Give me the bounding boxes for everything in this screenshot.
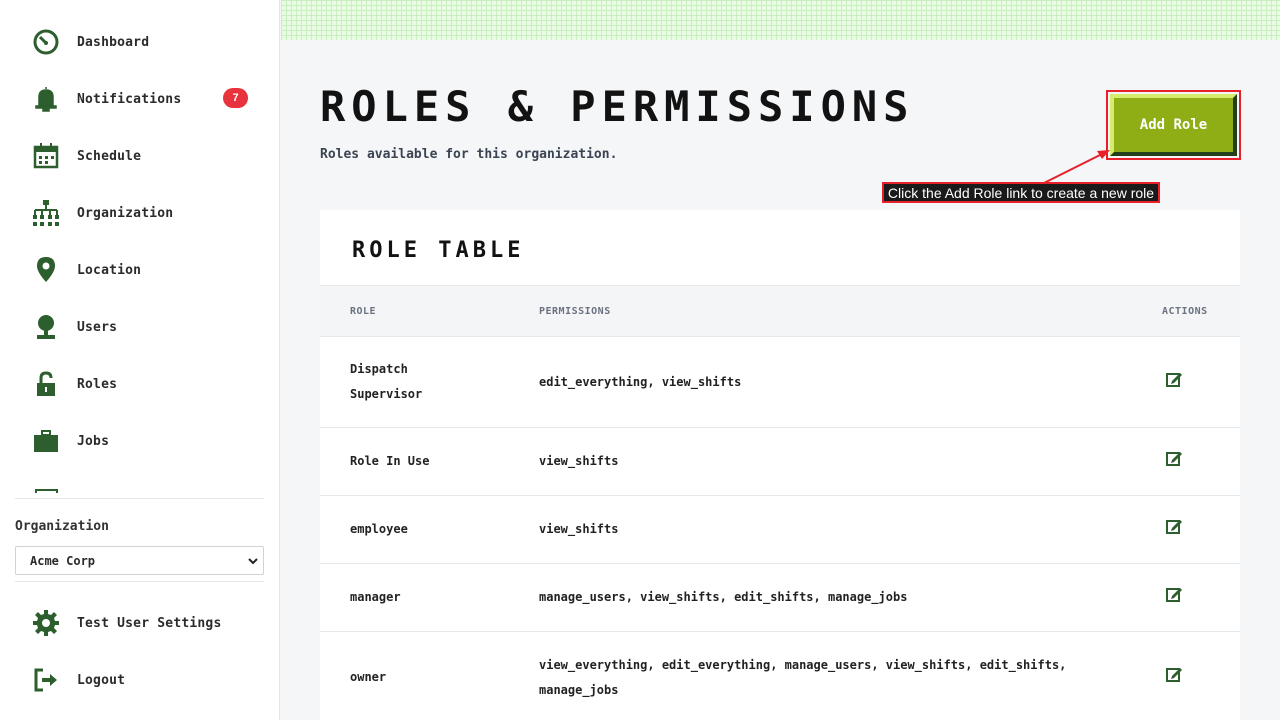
chevron-down-icon bbox=[248, 558, 258, 565]
column-header-role: ROLE bbox=[350, 306, 377, 317]
role-permissions: edit_everything, view_shifts bbox=[539, 375, 742, 389]
calendar-icon bbox=[30, 140, 62, 172]
table-row: owner view_everything, edit_everything, … bbox=[320, 632, 1240, 720]
bell-icon bbox=[30, 83, 62, 115]
sidebar-item-label: Logout bbox=[77, 672, 126, 688]
tutorial-callout: Click the Add Role link to create a new … bbox=[882, 182, 1160, 203]
sidebar-item-label: Test User Settings bbox=[77, 615, 222, 631]
logout-icon bbox=[30, 664, 62, 696]
gear-icon bbox=[30, 607, 62, 639]
role-permissions: view_everything, edit_everything, manage… bbox=[539, 658, 1067, 697]
sidebar-item-label: Dashboard bbox=[77, 34, 150, 50]
sidebar-item-logout[interactable]: Logout bbox=[30, 660, 265, 700]
organization-select[interactable]: Acme Corp bbox=[15, 546, 264, 575]
unlock-icon bbox=[30, 368, 62, 400]
edit-icon[interactable] bbox=[1165, 665, 1183, 683]
page-title: Roles & Permissions bbox=[320, 82, 915, 131]
decorative-grid-banner bbox=[281, 0, 1280, 40]
column-header-permissions: PERMISSIONS bbox=[539, 306, 611, 317]
dashboard-icon bbox=[30, 26, 62, 58]
sidebar-item-settings[interactable]: Test User Settings bbox=[30, 603, 265, 643]
role-permissions: view_shifts bbox=[539, 454, 619, 468]
add-role-button[interactable]: Add Role bbox=[1110, 94, 1237, 156]
map-pin-icon bbox=[30, 254, 62, 286]
sidebar-item-label: Jobs bbox=[77, 433, 110, 449]
edit-icon[interactable] bbox=[1165, 585, 1183, 603]
sidebar-item-users[interactable]: Users bbox=[30, 307, 265, 347]
sidebar-item-label: Location bbox=[77, 262, 142, 278]
edit-icon[interactable] bbox=[1165, 370, 1183, 388]
table-title: Role Table bbox=[352, 238, 525, 263]
sidebar-item-schedule[interactable]: Schedule bbox=[30, 136, 265, 176]
role-name: Dispatch Supervisor bbox=[350, 362, 423, 401]
sidebar-item-label: Notifications bbox=[77, 91, 182, 107]
organization-select-value: Acme Corp bbox=[30, 553, 96, 568]
callout-arrow-icon bbox=[1041, 150, 1110, 185]
role-permissions: manage_users, view_shifts, edit_shifts, … bbox=[539, 590, 908, 604]
role-permissions: view_shifts bbox=[539, 522, 619, 536]
sidebar-divider bbox=[15, 498, 264, 499]
sidebar-item-roles[interactable]: Roles bbox=[30, 364, 265, 404]
user-icon bbox=[30, 311, 62, 343]
table-header: ROLE PERMISSIONS ACTIONS bbox=[320, 285, 1240, 337]
organization-label: Organization bbox=[15, 519, 109, 534]
edit-icon[interactable] bbox=[1165, 517, 1183, 535]
org-chart-icon bbox=[30, 197, 62, 229]
table-row: employee view_shifts bbox=[320, 496, 1240, 564]
edit-icon[interactable] bbox=[1165, 449, 1183, 467]
briefcase-icon bbox=[30, 425, 62, 457]
sidebar-item-label: Schedule bbox=[77, 148, 142, 164]
sidebar-item-label: Roles bbox=[77, 376, 118, 392]
table-row: Role In Use view_shifts bbox=[320, 428, 1240, 496]
sidebar-nav: Dashboard Notifications 7 Schedule Organ… bbox=[0, 0, 280, 493]
sidebar: Dashboard Notifications 7 Schedule Organ… bbox=[0, 0, 280, 720]
table-row: manager manage_users, view_shifts, edit_… bbox=[320, 564, 1240, 632]
sidebar-item-organization[interactable]: Organization bbox=[30, 193, 265, 233]
role-name: manager bbox=[350, 590, 401, 604]
sidebar-item-label: Organization bbox=[77, 205, 174, 221]
sidebar-divider bbox=[15, 581, 264, 582]
role-name: employee bbox=[350, 522, 408, 536]
sidebar-item-notifications[interactable]: Notifications 7 bbox=[30, 79, 265, 119]
sidebar-item-dashboard[interactable]: Dashboard bbox=[30, 22, 265, 62]
column-header-actions: ACTIONS bbox=[1162, 306, 1208, 317]
role-table-card: Role Table ROLE PERMISSIONS ACTIONS Disp… bbox=[320, 210, 1240, 720]
sidebar-item-label: Users bbox=[77, 319, 118, 335]
notification-count-badge: 7 bbox=[223, 88, 248, 108]
sidebar-item-location[interactable]: Location bbox=[30, 250, 265, 290]
partially-hidden-nav-icon bbox=[35, 489, 58, 493]
page-subtitle: Roles available for this organization. bbox=[320, 147, 618, 162]
sidebar-item-jobs[interactable]: Jobs bbox=[30, 421, 265, 461]
add-role-highlight: Add Role bbox=[1106, 90, 1241, 160]
table-row: Dispatch Supervisor edit_everything, vie… bbox=[320, 337, 1240, 428]
role-name: Role In Use bbox=[350, 454, 430, 468]
role-name: owner bbox=[350, 670, 387, 684]
